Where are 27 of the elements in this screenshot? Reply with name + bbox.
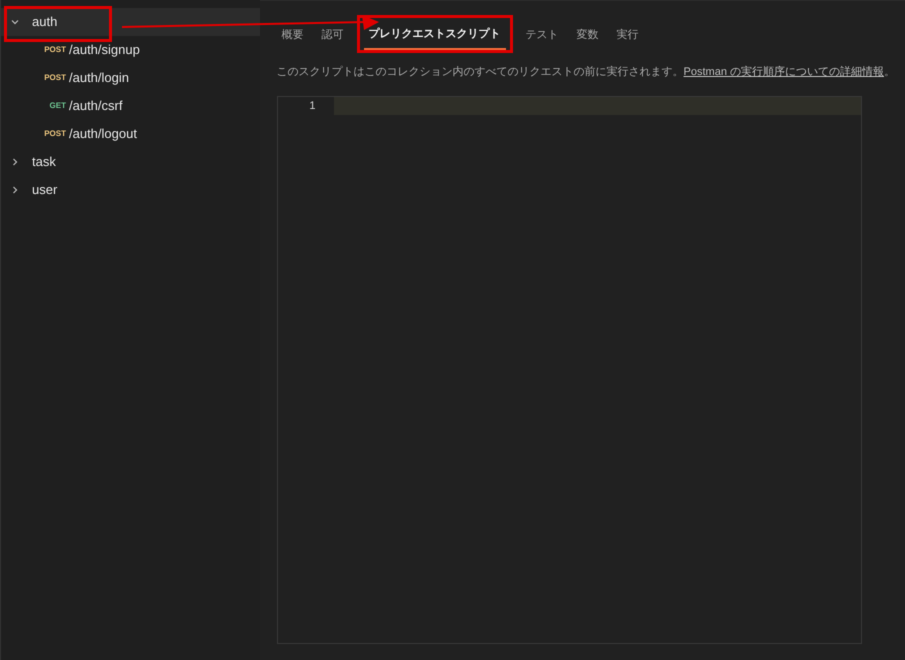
tab[interactable]: 認可: [316, 24, 349, 51]
chevron-down-icon: [11, 18, 19, 26]
request-path: /auth/signup: [69, 41, 140, 60]
help-link[interactable]: Postman の実行順序についての詳細情報: [684, 66, 884, 78]
method-label: POST: [43, 44, 67, 56]
chevron-right-icon: [11, 158, 19, 166]
request-item[interactable]: POST /auth/logout: [1, 120, 260, 148]
tab[interactable]: テスト: [520, 24, 564, 51]
method-label: POST: [43, 128, 67, 140]
chevron-right-icon: [11, 186, 19, 194]
description-text: このスクリプトはこのコレクション内のすべてのリクエストの前に実行されます。Postman の実行順序についての詳細情報。: [276, 64, 895, 80]
request-path: /auth/login: [69, 69, 129, 88]
method-label: POST: [43, 72, 67, 84]
tree-item[interactable]: task: [1, 148, 260, 176]
script-editor[interactable]: 1: [276, 96, 862, 644]
tab[interactable]: 実行: [612, 24, 644, 51]
tree-item[interactable]: auth: [1, 8, 260, 36]
method-label: GET: [48, 100, 67, 112]
request-path: /auth/logout: [69, 125, 137, 144]
tree-item[interactable]: user: [1, 176, 260, 204]
line-number: 1: [308, 98, 317, 114]
request-item[interactable]: POST /auth/signup: [1, 36, 260, 64]
request-item[interactable]: POST /auth/login: [1, 64, 260, 92]
tab[interactable]: 概要: [276, 24, 309, 51]
request-path: /auth/csrf: [69, 97, 122, 116]
request-item[interactable]: GET /auth/csrf: [1, 92, 260, 120]
tab[interactable]: 変数: [572, 24, 604, 51]
